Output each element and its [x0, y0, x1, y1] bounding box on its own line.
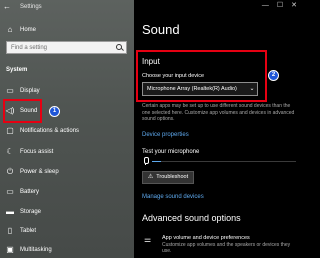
back-arrow-icon[interactable]: ← — [3, 3, 11, 11]
sidebar-item-battery[interactable]: ▭ Battery — [0, 183, 134, 201]
microphone-icon — [143, 157, 149, 165]
display-icon: ▭ — [6, 86, 14, 95]
sidebar-item-display[interactable]: ▭ Display — [0, 82, 134, 100]
sound-highlight-box — [3, 99, 42, 123]
title-bar: ← Settings — [0, 0, 134, 14]
sidebar-item-label: Storage — [20, 209, 42, 215]
input-highlight-box — [136, 50, 267, 102]
page-title: Sound — [142, 22, 180, 37]
step-badge-2: 2 — [268, 70, 279, 81]
mic-level-bar — [152, 161, 296, 162]
moon-icon: ☾ — [6, 147, 14, 156]
sidebar-item-label: Focus assist — [20, 149, 54, 155]
advanced-sound-heading: Advanced sound options — [142, 213, 241, 223]
tablet-icon: ▯ — [7, 226, 13, 235]
home-icon: ⌂ — [7, 25, 13, 34]
sidebar-item-multitasking[interactable]: ▣ Multitasking — [0, 241, 134, 258]
app-volume-title[interactable]: App volume and device preferences — [162, 235, 250, 242]
mic-level-fill — [152, 161, 161, 162]
window-title: Settings — [20, 4, 42, 10]
sidebar-item-tablet[interactable]: ▯ Tablet — [0, 222, 134, 240]
sidebar-item-label: Notifications & actions — [20, 128, 80, 134]
sidebar-item-label: Power & sleep — [20, 169, 59, 175]
troubleshoot-label: Troubleshoot — [156, 174, 189, 180]
sidebar-item-label: Display — [20, 88, 40, 94]
sidebar-item-label: Multitasking — [20, 247, 52, 253]
battery-icon: ▭ — [6, 187, 14, 196]
settings-sidebar: ← Settings ⌂ Home Find a setting System … — [0, 0, 134, 258]
app-volume-icon[interactable]: ⚌ — [144, 236, 151, 244]
app-volume-description: Customize app volumes and the speakers o… — [162, 242, 291, 255]
window-controls: — ☐ ✕ — [262, 2, 297, 10]
sidebar-item-label: Tablet — [20, 228, 37, 234]
sidebar-item-label: Home — [20, 27, 37, 33]
power-icon: ⏻ — [6, 167, 14, 176]
sidebar-item-notifications[interactable]: ▢ Notifications & actions — [0, 122, 134, 140]
sidebar-item-focus-assist[interactable]: ☾ Focus assist — [0, 143, 134, 161]
multitasking-icon: ▣ — [6, 245, 14, 254]
maximize-icon[interactable]: ☐ — [277, 2, 283, 10]
close-icon[interactable]: ✕ — [291, 2, 297, 10]
search-placeholder: Find a setting — [11, 44, 48, 51]
warning-icon: ⚠ — [147, 174, 154, 180]
manage-sound-devices-link[interactable]: Manage sound devices — [142, 193, 204, 201]
minimize-icon[interactable]: — — [262, 2, 269, 10]
test-microphone-label: Test your microphone — [142, 149, 200, 155]
search-icon[interactable] — [113, 42, 126, 53]
troubleshoot-button[interactable]: ⚠ Troubleshoot — [142, 171, 194, 184]
notifications-icon: ▢ — [6, 126, 14, 135]
sidebar-item-label: Battery — [20, 189, 40, 195]
storage-icon: ▬ — [6, 207, 14, 216]
search-input[interactable]: Find a setting — [6, 41, 127, 54]
sidebar-item-storage[interactable]: ▬ Storage — [0, 203, 134, 221]
step-badge-1: 1 — [49, 106, 60, 117]
sound-page: — ☐ ✕ Sound Input Choose your input devi… — [134, 0, 300, 258]
sidebar-item-home[interactable]: ⌂ Home — [0, 21, 134, 39]
sidebar-item-power-sleep[interactable]: ⏻ Power & sleep — [0, 163, 134, 181]
device-properties-link[interactable]: Device properties — [142, 131, 189, 139]
section-label-system: System — [6, 67, 28, 73]
input-help-text: Certain apps may be set up to use differ… — [142, 103, 295, 123]
